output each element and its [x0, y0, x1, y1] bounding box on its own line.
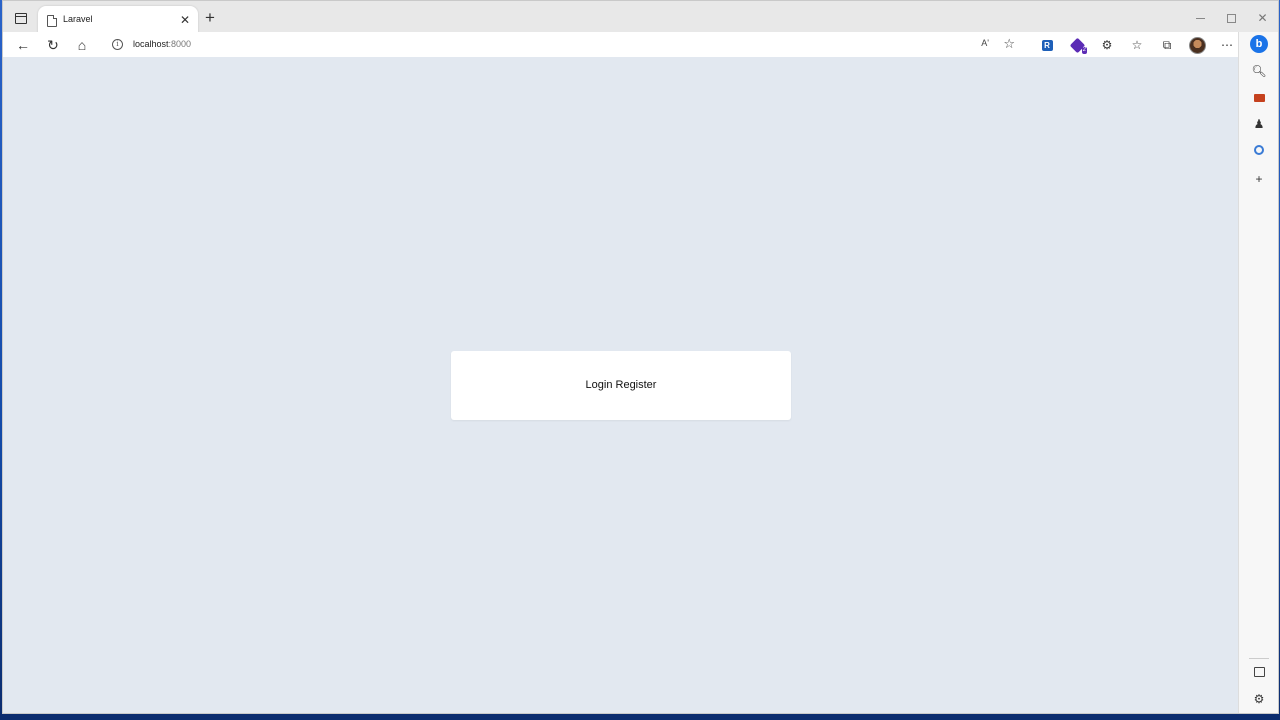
url-host: localhost	[133, 39, 169, 49]
office-icon[interactable]	[1249, 140, 1269, 160]
minimize-icon[interactable]	[1185, 1, 1216, 35]
sidebar-panel-icon[interactable]	[1249, 662, 1269, 682]
tab-strip: Laravel ✕ + ✕	[3, 1, 1278, 35]
favorite-star-icon[interactable]: ☆	[1003, 36, 1015, 52]
search-icon[interactable]: 🔍︎	[1249, 61, 1269, 81]
more-menu-icon[interactable]: ⋯	[1216, 34, 1238, 56]
url-port: :8000	[168, 39, 192, 49]
auth-links[interactable]: Login Register	[451, 379, 791, 391]
collections-icon[interactable]: ⧉	[1156, 34, 1178, 56]
tab-title: Laravel	[63, 14, 93, 24]
extension-badge: 2	[1081, 47, 1087, 54]
extensions-puzzle-icon[interactable]: ⚙	[1096, 34, 1118, 56]
extension-blue-icon[interactable]: R	[1036, 34, 1058, 56]
new-tab-icon[interactable]: +	[202, 9, 218, 26]
url-text[interactable]: localhost:8000	[133, 39, 191, 49]
toolbar-icons: R 2 ⚙ ☆ ⧉ ⋯	[1036, 34, 1238, 56]
auth-links-card: Login Register	[451, 351, 791, 420]
toolbox-icon[interactable]	[1249, 88, 1269, 108]
info-icon[interactable]: i	[112, 39, 123, 50]
maximize-icon[interactable]	[1216, 1, 1247, 35]
add-icon[interactable]: +	[1249, 169, 1269, 189]
read-aloud-icon[interactable]: Aʹ	[981, 38, 989, 48]
games-icon[interactable]: ♟	[1249, 114, 1269, 134]
address-bar[interactable]: i localhost:8000 Aʹ ☆	[101, 34, 1023, 56]
tab-actions-icon[interactable]	[11, 8, 31, 28]
close-tab-icon[interactable]: ✕	[178, 13, 192, 27]
extension-purple-icon[interactable]: 2	[1066, 34, 1088, 56]
settings-gear-icon[interactable]: ⚙	[1249, 689, 1269, 709]
refresh-icon[interactable]: ↻	[42, 34, 64, 56]
edge-sidebar: b 🔍︎ ♟ + ⚙	[1238, 32, 1278, 713]
window-controls: ✕	[1185, 1, 1278, 35]
page-viewport: Login Register	[3, 57, 1238, 713]
avatar[interactable]	[1186, 34, 1208, 56]
browser-toolbar: ← ↻ ⌂ i localhost:8000 Aʹ ☆ R 2 ⚙ ☆ ⧉ ⋯	[3, 32, 1278, 57]
tab-laravel[interactable]: Laravel ✕	[38, 6, 198, 35]
back-arrow-icon[interactable]: ←	[12, 34, 34, 56]
home-icon[interactable]: ⌂	[71, 34, 93, 56]
close-window-icon[interactable]: ✕	[1247, 1, 1278, 35]
bing-icon[interactable]: b	[1249, 34, 1269, 54]
sidebar-divider	[1249, 658, 1269, 659]
page-icon	[47, 15, 57, 27]
browser-window: Laravel ✕ + ✕ ← ↻ ⌂ i localhost:8000 Aʹ …	[2, 0, 1279, 714]
favorites-icon[interactable]: ☆	[1126, 34, 1148, 56]
